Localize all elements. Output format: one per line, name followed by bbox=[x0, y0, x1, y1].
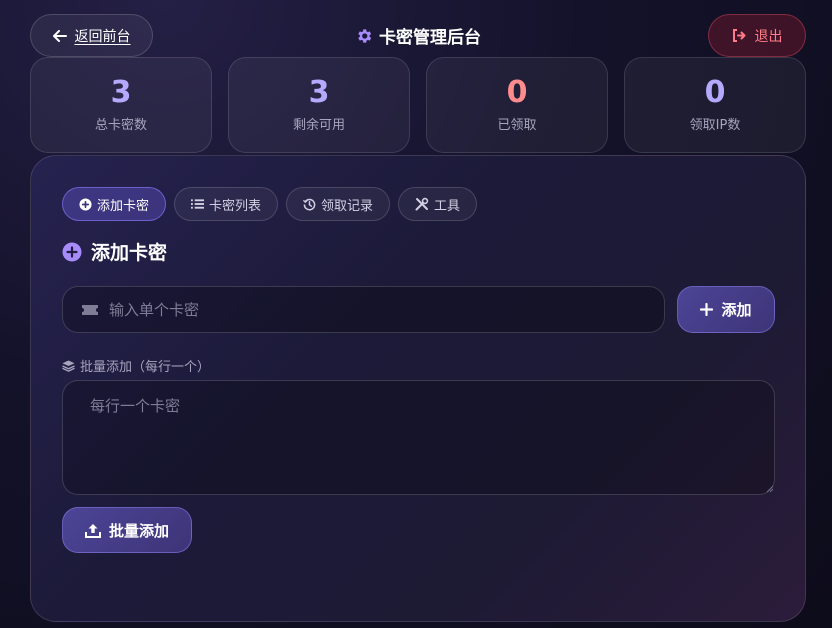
back-to-frontend-button[interactable]: 返回前台 bbox=[30, 14, 153, 57]
section-title: 添加卡密 bbox=[62, 238, 167, 265]
page-title-text: 卡密管理后台 bbox=[379, 28, 481, 48]
top-bar: 返回前台 卡密管理后台 退出 bbox=[30, 14, 806, 58]
stat-label-ip-count: 领取IP数 bbox=[689, 117, 741, 133]
arrow-left-icon bbox=[52, 29, 67, 42]
batch-add-label: 批量添加（每行一个） bbox=[62, 356, 210, 375]
tab-card-list[interactable]: 卡密列表 bbox=[174, 187, 279, 221]
page-title: 卡密管理后台 bbox=[355, 14, 481, 57]
plus-icon bbox=[700, 303, 714, 316]
stat-label-remaining: 剩余可用 bbox=[292, 117, 345, 133]
tab-tools[interactable]: 工具 bbox=[398, 187, 478, 221]
add-card-button-label: 添加 bbox=[721, 301, 752, 319]
stat-card-remaining: 3 剩余可用 bbox=[228, 57, 410, 153]
stat-value-remaining: 3 bbox=[308, 74, 330, 110]
tools-icon bbox=[415, 197, 429, 211]
stats-row: 3 总卡密数 3 剩余可用 0 已领取 0 领取IP数 bbox=[30, 57, 806, 153]
main-panel: 添加卡密 卡密列表 领取记录 工具 添加卡密 输入单个卡密 添加 批量添加（每行… bbox=[30, 155, 806, 622]
stat-value-ip-count: 0 bbox=[704, 74, 726, 110]
gear-icon bbox=[355, 27, 373, 45]
list-icon bbox=[191, 198, 205, 210]
batch-add-button-label: 批量添加 bbox=[108, 521, 169, 540]
single-card-field bbox=[62, 286, 665, 333]
batch-add-button[interactable]: 批量添加 bbox=[62, 507, 192, 553]
stat-card-total: 3 总卡密数 bbox=[30, 57, 212, 153]
tab-claim-records-label: 领取记录 bbox=[321, 198, 374, 214]
sign-out-icon bbox=[732, 29, 747, 42]
resize-grip-icon[interactable] bbox=[766, 485, 774, 493]
section-title-text: 添加卡密 bbox=[91, 242, 168, 264]
back-button-label: 返回前台 bbox=[74, 28, 131, 45]
tab-tools-label: 工具 bbox=[434, 198, 461, 214]
tab-claim-records[interactable]: 领取记录 bbox=[286, 187, 391, 221]
stat-value-total: 3 bbox=[110, 74, 132, 110]
stat-value-claimed: 0 bbox=[506, 74, 528, 110]
batch-card-textarea[interactable] bbox=[62, 380, 775, 495]
history-icon bbox=[303, 198, 316, 211]
plus-circle-icon bbox=[79, 197, 92, 211]
logout-label: 退出 bbox=[754, 28, 783, 45]
plus-circle-icon bbox=[62, 242, 82, 262]
single-card-input[interactable] bbox=[109, 300, 609, 319]
add-card-button[interactable]: 添加 bbox=[677, 286, 775, 333]
logout-button[interactable]: 退出 bbox=[708, 14, 806, 57]
tab-bar: 添加卡密 卡密列表 领取记录 工具 bbox=[62, 187, 478, 221]
batch-add-label-text: 批量添加（每行一个） bbox=[80, 360, 211, 375]
tab-add-card[interactable]: 添加卡密 bbox=[62, 187, 167, 221]
stat-card-ip-count: 0 领取IP数 bbox=[624, 57, 806, 153]
layers-icon bbox=[62, 359, 75, 372]
stat-label-claimed: 已领取 bbox=[497, 117, 537, 133]
tab-card-list-label: 卡密列表 bbox=[209, 198, 262, 214]
tab-add-card-label: 添加卡密 bbox=[97, 198, 150, 214]
stat-card-claimed: 0 已领取 bbox=[426, 57, 608, 153]
ticket-icon bbox=[81, 304, 99, 316]
upload-icon bbox=[84, 523, 101, 538]
stat-label-total: 总卡密数 bbox=[94, 117, 147, 133]
